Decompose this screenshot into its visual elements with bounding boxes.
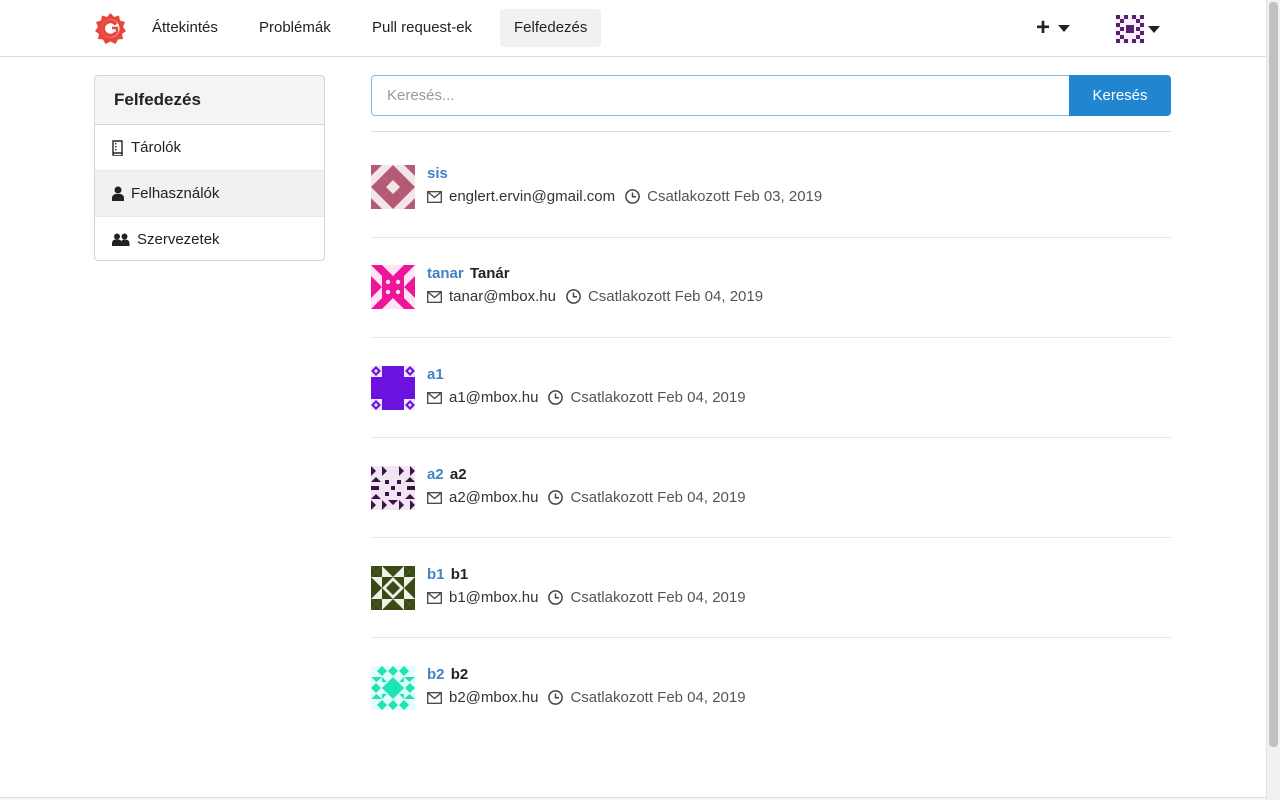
gitea-logo-icon[interactable]: [94, 12, 127, 45]
search-input[interactable]: [371, 75, 1069, 116]
user-email-link[interactable]: a2@mbox.hu: [449, 489, 538, 506]
top-navbar: Áttekintés Problémák Pull request-ek Fel…: [0, 0, 1266, 57]
sidebar-item-organizations[interactable]: Szervezetek: [95, 217, 324, 260]
create-new-menu[interactable]: +: [1036, 13, 1071, 43]
mail-icon: [427, 190, 442, 203]
user-avatar-icon: [371, 366, 415, 410]
mail-icon: [427, 290, 442, 303]
user-joined-date: Csatlakozott Feb 04, 2019: [570, 489, 746, 506]
user-name-line: a1: [427, 366, 446, 383]
user-avatar-icon: [371, 466, 415, 510]
user-email-link[interactable]: b2@mbox.hu: [449, 689, 538, 706]
user-avatar-icon: [371, 566, 415, 610]
user-name-line: b1 b1: [427, 566, 468, 583]
nav-item-overview[interactable]: Áttekintés: [138, 9, 232, 47]
mail-icon: [427, 691, 442, 704]
user-menu[interactable]: [1116, 15, 1160, 43]
user-joined-date: Csatlakozott Feb 04, 2019: [570, 389, 746, 406]
caret-down-icon: [1058, 24, 1071, 32]
clock-icon: [548, 390, 564, 405]
user-name-line: tanar Tanár: [427, 265, 510, 282]
clock-icon: [566, 289, 581, 304]
user-meta: englert.ervin@gmail.com Csatlakozott Feb…: [427, 188, 822, 205]
plus-icon: +: [1036, 14, 1051, 41]
user-joined-date: Csatlakozott Feb 04, 2019: [587, 288, 764, 305]
user-meta: tanar@mbox.hu Csatlakozott Feb 04, 2019: [427, 288, 763, 305]
user-link[interactable]: a2: [427, 466, 444, 483]
user-joined-date: Csatlakozott Feb 03, 2019: [647, 188, 823, 205]
nav-item-issues[interactable]: Problémák: [245, 9, 345, 47]
organization-icon: [112, 233, 130, 246]
user-list-item: b2 b2 b2@mbox.hu Csatlakozott Feb 04, 20…: [371, 638, 1171, 738]
sidebar-item-users[interactable]: Felhasználók: [95, 171, 324, 217]
user-name-line: sis: [427, 165, 450, 182]
clock-icon: [548, 490, 564, 505]
caret-down-icon: [1148, 25, 1160, 33]
explore-sidebar: Felfedezés Tárolók Felhasználók Szerveze…: [94, 75, 325, 261]
vertical-scrollbar[interactable]: [1266, 0, 1280, 800]
mail-icon: [427, 591, 442, 604]
user-joined-date: Csatlakozott Feb 04, 2019: [570, 589, 746, 606]
user-list-item: sis englert.ervin@gmail.com Csatlakozott…: [371, 132, 1171, 238]
user-link[interactable]: b2: [427, 666, 445, 683]
user-meta: b1@mbox.hu Csatlakozott Feb 04, 2019: [427, 589, 746, 606]
user-email-link[interactable]: tanar@mbox.hu: [449, 288, 556, 305]
user-avatar-icon: [1116, 15, 1144, 43]
user-email-link[interactable]: a1@mbox.hu: [449, 389, 538, 406]
repo-icon: [112, 139, 123, 156]
user-fullname: Tanár: [469, 265, 510, 282]
search-button[interactable]: Keresés: [1069, 75, 1171, 116]
clock-icon: [548, 690, 564, 705]
scrollbar-thumb[interactable]: [1269, 2, 1278, 747]
user-link[interactable]: sis: [427, 165, 448, 182]
clock-icon: [625, 189, 640, 204]
user-list-item: a2 a2 a2@mbox.hu Csatlakozott Feb 04, 20…: [371, 438, 1171, 538]
nav-item-explore[interactable]: Felfedezés: [500, 9, 602, 47]
user-email-link[interactable]: englert.ervin@gmail.com: [449, 188, 615, 205]
user-list-item: a1 a1@mbox.hu Csatlakozott Feb 04, 2019: [371, 338, 1171, 438]
user-joined-date: Csatlakozott Feb 04, 2019: [570, 689, 746, 706]
user-name-line: b2 b2: [427, 666, 468, 683]
sidebar-item-label: Tárolók: [131, 138, 182, 156]
clock-icon: [548, 590, 564, 605]
user-fullname: a2: [449, 466, 467, 483]
user-fullname: b2: [450, 666, 469, 683]
user-avatar-icon: [371, 265, 415, 309]
user-meta: a2@mbox.hu Csatlakozott Feb 04, 2019: [427, 489, 746, 506]
user-list-item: b1 b1 b1@mbox.hu Csatlakozott Feb 04, 20…: [371, 538, 1171, 638]
user-link[interactable]: a1: [427, 366, 444, 383]
user-name-line: a2 a2: [427, 466, 467, 483]
mail-icon: [427, 391, 442, 404]
user-meta: a1@mbox.hu Csatlakozott Feb 04, 2019: [427, 389, 746, 406]
user-fullname: b1: [450, 566, 469, 583]
nav-item-pull-requests[interactable]: Pull request-ek: [358, 9, 486, 47]
user-avatar-icon: [371, 165, 415, 209]
sidebar-item-repositories[interactable]: Tárolók: [95, 125, 324, 171]
user-list-item: tanar Tanár tanar@mbox.hu Csatlakozott F…: [371, 238, 1171, 338]
person-icon: [112, 186, 124, 201]
user-meta: b2@mbox.hu Csatlakozott Feb 04, 2019: [427, 689, 746, 706]
user-link[interactable]: tanar: [427, 265, 464, 282]
sidebar-item-label: Felhasználók: [131, 184, 220, 202]
mail-icon: [427, 491, 442, 504]
sidebar-item-label: Szervezetek: [137, 231, 220, 248]
user-list: sis englert.ervin@gmail.com Csatlakozott…: [371, 132, 1171, 738]
user-email-link[interactable]: b1@mbox.hu: [449, 589, 538, 606]
user-link[interactable]: b1: [427, 566, 445, 583]
user-avatar-icon: [371, 666, 415, 710]
sidebar-title: Felfedezés: [95, 76, 324, 125]
